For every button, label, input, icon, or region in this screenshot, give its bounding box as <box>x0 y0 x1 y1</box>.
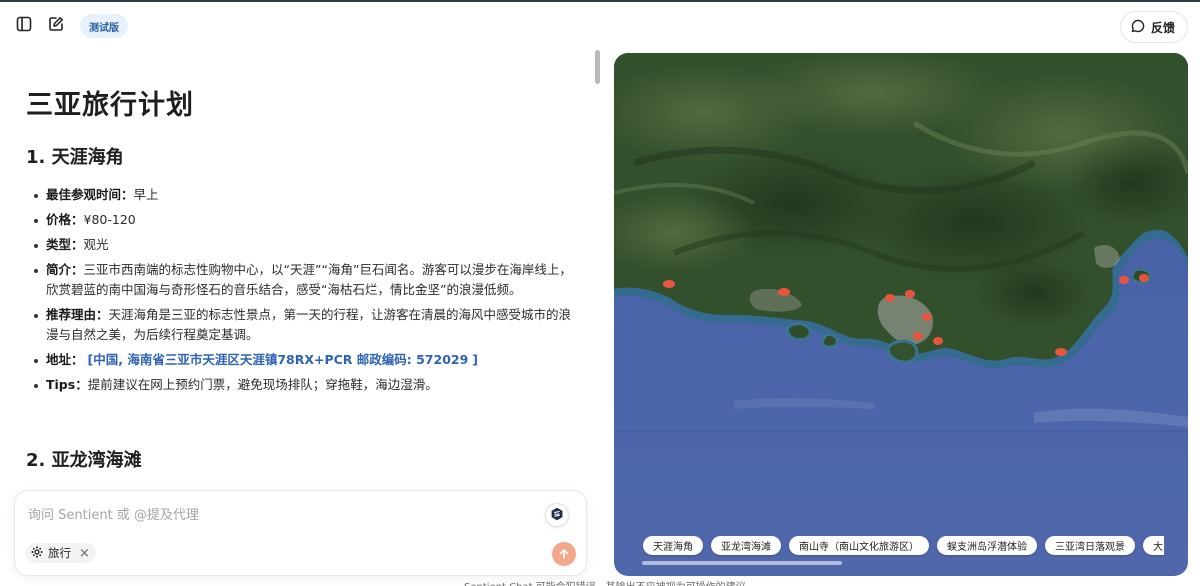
map-marker <box>905 290 915 298</box>
address-bracket-close: ] <box>472 352 479 367</box>
island <box>820 333 839 349</box>
travel-agent-chip: 旅行 × <box>26 543 96 563</box>
list-item: 地址： [中国, 海南省三亚市天涯区天涯镇78RX+PCR 邮政编码: 5720… <box>26 350 581 370</box>
agent-logo-button[interactable] <box>545 503 569 527</box>
place-chip[interactable]: 大东海夜市 <box>1143 535 1164 555</box>
list-item: 价格：¥80-120 <box>26 210 581 230</box>
sidebar-toggle-icon[interactable] <box>14 14 34 34</box>
map-marker <box>913 332 923 340</box>
new-chat-edit-icon[interactable] <box>46 14 66 34</box>
message-input[interactable]: 询问 Sentient 或 @提及代理 <box>28 504 199 523</box>
satellite-map[interactable] <box>614 53 1188 576</box>
island <box>786 322 812 342</box>
best-time-label: 最佳参观时间： <box>46 187 134 202</box>
section-1-details: 最佳参观时间：早上 价格：¥80-120 类型：观光 简介：三亚市西南端的标志性… <box>26 185 581 395</box>
feedback-button[interactable]: 反馈 <box>1119 11 1188 43</box>
place-chip[interactable]: 南山寺（南山文化旅游区） <box>789 535 929 555</box>
page-title: 三亚旅行计划 <box>26 90 194 121</box>
map-marker <box>1055 348 1067 356</box>
place-chip[interactable]: 天涯海角 <box>643 535 703 555</box>
map-marker <box>933 337 943 345</box>
map-marker <box>663 280 675 288</box>
feedback-label: 反馈 <box>1150 20 1175 35</box>
address-label: 地址： <box>46 352 84 367</box>
map-marker <box>922 313 932 321</box>
chat-bubble-icon <box>1131 19 1145 36</box>
type-label: 类型： <box>46 237 84 252</box>
price-label: 价格： <box>46 212 84 227</box>
arrow-up-icon <box>558 545 570 564</box>
address-link[interactable]: 中国, 海南省三亚市天涯区天涯镇78RX+PCR 邮政编码: 572029 <box>93 352 468 367</box>
agent-logo-icon <box>550 506 564 525</box>
list-item: 最佳参观时间：早上 <box>26 185 581 205</box>
price-value: ¥80-120 <box>83 212 136 227</box>
map-marker <box>1139 274 1149 282</box>
reason-text: 天涯海角是三亚的标志性景点，第一天的行程，让游客在清晨的海风中感受城市的浪漫与自… <box>46 307 572 342</box>
place-chip[interactable]: 三亚湾日落观景 <box>1045 535 1135 555</box>
list-item: 推荐理由：天涯海角是三亚的标志性景点，第一天的行程，让游客在清晨的海风中感受城市… <box>26 305 581 345</box>
top-toolbar: 测试版 反馈 <box>0 2 1200 46</box>
itinerary-document: 三亚旅行计划 1. 天涯海角 最佳参观时间：早上 价格：¥80-120 类型：观… <box>26 46 581 476</box>
place-chip-list: 天涯海角 亚龙湾海滩 南山寺（南山文化旅游区） 蜈支洲岛浮潜体验 三亚湾日落观景… <box>642 530 1164 560</box>
message-composer: 询问 Sentient 或 @提及代理 旅行 × <box>14 490 587 576</box>
intro-text: 三亚市西南端的标志性购物中心，以“天涯”“海角”巨石闻名。游客可以漫步在海岸线上… <box>46 262 572 297</box>
place-strip-scrollbar[interactable] <box>642 561 842 565</box>
map-canvas <box>614 53 1188 576</box>
map-marker <box>1119 276 1129 284</box>
map-marker <box>885 294 895 302</box>
map-marker <box>778 288 790 296</box>
place-chip[interactable]: 蜈支洲岛浮潜体验 <box>937 535 1037 555</box>
list-item: 类型：观光 <box>26 235 581 255</box>
disclaimer-text: Sentient Chat 可能会犯错误，其输出不应被视为可操作的建议。 <box>464 578 756 586</box>
island <box>887 339 919 364</box>
beta-badge: 测试版 <box>80 14 128 38</box>
list-item: Tips：提前建议在网上预约门票，避免现场排队；穿拖鞋，海边湿滑。 <box>26 375 581 395</box>
tips-label: Tips： <box>46 377 88 392</box>
reason-label: 推荐理由： <box>46 307 109 322</box>
place-chip-strip: 天涯海角 亚龙湾海滩 南山寺（南山文化旅游区） 蜈支洲岛浮潜体验 三亚湾日落观景… <box>642 530 1164 568</box>
send-button[interactable] <box>552 542 576 566</box>
intro-label: 简介： <box>46 262 84 277</box>
travel-agent-label: 旅行 <box>48 546 71 560</box>
section-heading-2: 2. 亚龙湾海滩 <box>26 450 142 471</box>
type-value: 观光 <box>83 237 109 252</box>
document-scrollbar[interactable] <box>595 50 600 84</box>
section-heading-1: 1. 天涯海角 <box>26 147 124 168</box>
list-item: 简介：三亚市西南端的标志性购物中心，以“天涯”“海角”巨石闻名。游客可以漫步在海… <box>26 260 581 300</box>
tips-text: 提前建议在网上预约门票，避免现场排队；穿拖鞋，海边湿滑。 <box>87 377 438 392</box>
best-time-value: 早上 <box>133 187 159 202</box>
place-chip[interactable]: 亚龙湾海滩 <box>711 535 781 555</box>
travel-agent-icon <box>31 545 43 561</box>
remove-chip-icon[interactable]: × <box>79 546 90 561</box>
